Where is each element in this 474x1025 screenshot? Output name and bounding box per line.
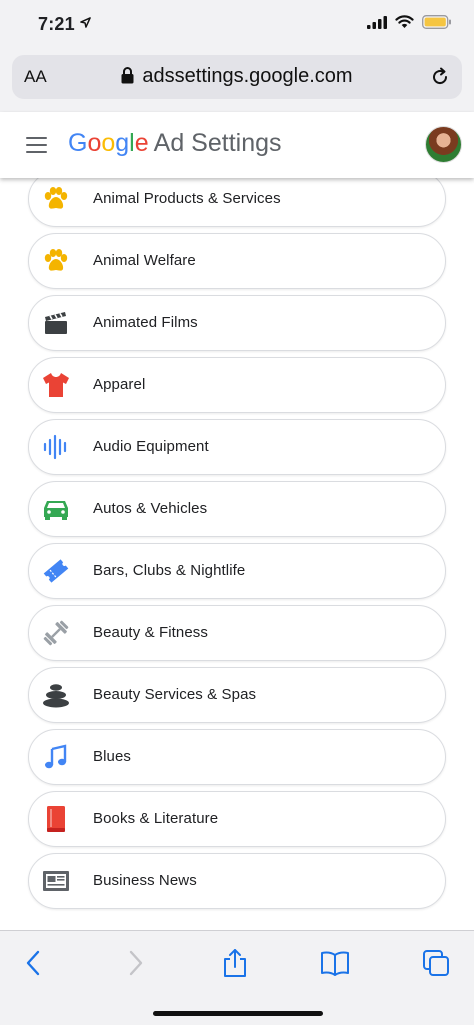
category-item[interactable]: Beauty & Fitness xyxy=(28,605,446,661)
hamburger-menu-icon[interactable] xyxy=(26,137,47,153)
book-icon xyxy=(41,804,71,834)
category-label: Business News xyxy=(93,872,197,889)
category-label: Audio Equipment xyxy=(93,438,209,455)
category-item[interactable]: Animal Products & Services xyxy=(28,178,446,227)
reload-icon[interactable] xyxy=(430,67,450,87)
tabs-button[interactable] xyxy=(421,947,451,979)
url-text[interactable]: adssettings.google.com xyxy=(142,65,352,87)
category-label: Bars, Clubs & Nightlife xyxy=(93,562,246,579)
lock-icon xyxy=(121,67,134,84)
status-time: 7:21 xyxy=(38,14,75,34)
category-item[interactable]: Beauty Services & Spas xyxy=(28,667,446,723)
newspaper-icon xyxy=(41,866,71,896)
car-icon xyxy=(41,494,71,524)
header-title: Ad Settings xyxy=(153,129,282,157)
location-arrow-icon xyxy=(80,17,91,28)
paw-icon xyxy=(41,246,71,276)
page-header: Google Ad Settings xyxy=(0,112,474,178)
wifi-icon xyxy=(395,15,414,28)
category-label: Animal Welfare xyxy=(93,252,196,269)
category-item[interactable]: Business News xyxy=(28,853,446,909)
home-indicator xyxy=(153,1011,323,1016)
category-label: Apparel xyxy=(93,376,146,393)
category-item[interactable]: Autos & Vehicles xyxy=(28,481,446,537)
tshirt-icon xyxy=(41,370,71,400)
ticket-icon xyxy=(41,556,71,586)
category-label: Books & Literature xyxy=(93,810,219,827)
paw-icon xyxy=(41,184,71,214)
category-item[interactable]: Books & Literature xyxy=(28,791,446,847)
category-list-container: Animal Products & Services Animal Welfar… xyxy=(0,178,474,930)
forward-button[interactable] xyxy=(121,947,151,979)
browser-toolbar xyxy=(0,930,474,1025)
chevron-right-icon xyxy=(129,950,143,976)
open-book-icon xyxy=(321,951,349,976)
category-item[interactable]: Animal Welfare xyxy=(28,233,446,289)
category-label: Beauty Services & Spas xyxy=(93,686,257,703)
category-label: Beauty & Fitness xyxy=(93,624,208,641)
music-note-icon xyxy=(41,742,71,772)
tabs-icon xyxy=(423,950,449,976)
category-item[interactable]: Apparel xyxy=(28,357,446,413)
back-button[interactable] xyxy=(18,947,48,979)
category-item[interactable]: Bars, Clubs & Nightlife xyxy=(28,543,446,599)
cellular-signal-icon xyxy=(367,15,387,29)
category-label: Animal Products & Services xyxy=(93,190,281,207)
chevron-left-icon xyxy=(26,950,40,976)
sound-wave-icon xyxy=(41,432,71,462)
google-logo: Google xyxy=(68,129,149,157)
avatar[interactable] xyxy=(425,126,462,163)
category-item[interactable]: Blues xyxy=(28,729,446,785)
share-button[interactable] xyxy=(220,947,250,979)
category-label: Animated Films xyxy=(93,314,198,331)
category-item[interactable]: Audio Equipment xyxy=(28,419,446,475)
category-item[interactable]: Animated Films xyxy=(28,295,446,351)
category-label: Blues xyxy=(93,748,132,765)
page-title: Google Ad Settings xyxy=(68,129,282,158)
share-icon xyxy=(224,949,246,977)
address-bar[interactable]: AA adssettings.google.com xyxy=(12,55,462,99)
bookmarks-button[interactable] xyxy=(320,947,350,979)
status-bar: 7:21 xyxy=(0,0,474,52)
dumbbell-icon xyxy=(41,618,71,648)
clapperboard-icon xyxy=(41,308,71,338)
spa-stones-icon xyxy=(41,680,71,710)
battery-icon xyxy=(422,15,451,29)
category-label: Autos & Vehicles xyxy=(93,500,208,517)
